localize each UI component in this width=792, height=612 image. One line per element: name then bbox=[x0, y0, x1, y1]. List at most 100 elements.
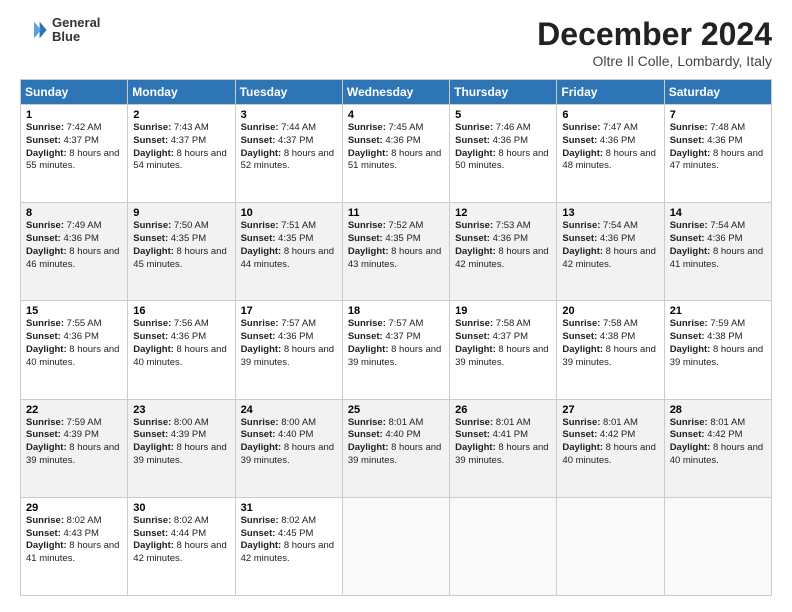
day-number: 15 bbox=[26, 305, 122, 317]
calendar-cell: 6Sunrise: 7:47 AMSunset: 4:36 PMDaylight… bbox=[557, 105, 664, 203]
day-info: Sunrise: 7:58 AMSunset: 4:37 PMDaylight:… bbox=[455, 318, 551, 369]
calendar-header: SundayMondayTuesdayWednesdayThursdayFrid… bbox=[21, 80, 772, 105]
day-info: Sunrise: 7:56 AMSunset: 4:36 PMDaylight:… bbox=[133, 318, 229, 369]
calendar-cell: 30Sunrise: 8:02 AMSunset: 4:44 PMDayligh… bbox=[128, 497, 235, 595]
day-number: 23 bbox=[133, 404, 229, 416]
calendar-cell: 22Sunrise: 7:59 AMSunset: 4:39 PMDayligh… bbox=[21, 399, 128, 497]
calendar-cell: 3Sunrise: 7:44 AMSunset: 4:37 PMDaylight… bbox=[235, 105, 342, 203]
day-info: Sunrise: 8:02 AMSunset: 4:43 PMDaylight:… bbox=[26, 515, 122, 566]
calendar-cell: 5Sunrise: 7:46 AMSunset: 4:36 PMDaylight… bbox=[450, 105, 557, 203]
calendar-cell: 9Sunrise: 7:50 AMSunset: 4:35 PMDaylight… bbox=[128, 203, 235, 301]
day-number: 4 bbox=[348, 109, 444, 121]
day-info: Sunrise: 7:58 AMSunset: 4:38 PMDaylight:… bbox=[562, 318, 658, 369]
day-info: Sunrise: 8:01 AMSunset: 4:42 PMDaylight:… bbox=[562, 417, 658, 468]
col-header-friday: Friday bbox=[557, 80, 664, 105]
day-number: 6 bbox=[562, 109, 658, 121]
day-info: Sunrise: 8:02 AMSunset: 4:45 PMDaylight:… bbox=[241, 515, 337, 566]
calendar-cell: 25Sunrise: 8:01 AMSunset: 4:40 PMDayligh… bbox=[342, 399, 449, 497]
calendar-cell: 17Sunrise: 7:57 AMSunset: 4:36 PMDayligh… bbox=[235, 301, 342, 399]
day-info: Sunrise: 7:54 AMSunset: 4:36 PMDaylight:… bbox=[670, 220, 766, 271]
day-number: 11 bbox=[348, 207, 444, 219]
calendar-cell: 20Sunrise: 7:58 AMSunset: 4:38 PMDayligh… bbox=[557, 301, 664, 399]
day-number: 25 bbox=[348, 404, 444, 416]
day-number: 21 bbox=[670, 305, 766, 317]
calendar-cell bbox=[557, 497, 664, 595]
day-info: Sunrise: 7:51 AMSunset: 4:35 PMDaylight:… bbox=[241, 220, 337, 271]
calendar-table: SundayMondayTuesdayWednesdayThursdayFrid… bbox=[20, 79, 772, 596]
day-number: 29 bbox=[26, 502, 122, 514]
week-row-5: 29Sunrise: 8:02 AMSunset: 4:43 PMDayligh… bbox=[21, 497, 772, 595]
logo-text: General Blue bbox=[52, 16, 100, 45]
col-header-thursday: Thursday bbox=[450, 80, 557, 105]
calendar-cell: 24Sunrise: 8:00 AMSunset: 4:40 PMDayligh… bbox=[235, 399, 342, 497]
calendar-cell: 15Sunrise: 7:55 AMSunset: 4:36 PMDayligh… bbox=[21, 301, 128, 399]
calendar-cell: 26Sunrise: 8:01 AMSunset: 4:41 PMDayligh… bbox=[450, 399, 557, 497]
day-info: Sunrise: 8:01 AMSunset: 4:42 PMDaylight:… bbox=[670, 417, 766, 468]
week-row-1: 1Sunrise: 7:42 AMSunset: 4:37 PMDaylight… bbox=[21, 105, 772, 203]
calendar-cell: 8Sunrise: 7:49 AMSunset: 4:36 PMDaylight… bbox=[21, 203, 128, 301]
day-info: Sunrise: 7:50 AMSunset: 4:35 PMDaylight:… bbox=[133, 220, 229, 271]
day-info: Sunrise: 7:55 AMSunset: 4:36 PMDaylight:… bbox=[26, 318, 122, 369]
day-number: 5 bbox=[455, 109, 551, 121]
calendar-cell: 10Sunrise: 7:51 AMSunset: 4:35 PMDayligh… bbox=[235, 203, 342, 301]
calendar-cell: 11Sunrise: 7:52 AMSunset: 4:35 PMDayligh… bbox=[342, 203, 449, 301]
calendar-cell: 4Sunrise: 7:45 AMSunset: 4:36 PMDaylight… bbox=[342, 105, 449, 203]
calendar-cell: 27Sunrise: 8:01 AMSunset: 4:42 PMDayligh… bbox=[557, 399, 664, 497]
col-header-tuesday: Tuesday bbox=[235, 80, 342, 105]
day-info: Sunrise: 7:43 AMSunset: 4:37 PMDaylight:… bbox=[133, 122, 229, 173]
day-info: Sunrise: 7:49 AMSunset: 4:36 PMDaylight:… bbox=[26, 220, 122, 271]
day-info: Sunrise: 8:02 AMSunset: 4:44 PMDaylight:… bbox=[133, 515, 229, 566]
calendar-cell: 12Sunrise: 7:53 AMSunset: 4:36 PMDayligh… bbox=[450, 203, 557, 301]
calendar-cell: 23Sunrise: 8:00 AMSunset: 4:39 PMDayligh… bbox=[128, 399, 235, 497]
day-number: 30 bbox=[133, 502, 229, 514]
week-row-3: 15Sunrise: 7:55 AMSunset: 4:36 PMDayligh… bbox=[21, 301, 772, 399]
header-row: SundayMondayTuesdayWednesdayThursdayFrid… bbox=[21, 80, 772, 105]
day-number: 27 bbox=[562, 404, 658, 416]
day-number: 17 bbox=[241, 305, 337, 317]
day-info: Sunrise: 7:52 AMSunset: 4:35 PMDaylight:… bbox=[348, 220, 444, 271]
col-header-saturday: Saturday bbox=[664, 80, 771, 105]
day-number: 28 bbox=[670, 404, 766, 416]
day-info: Sunrise: 8:00 AMSunset: 4:40 PMDaylight:… bbox=[241, 417, 337, 468]
day-info: Sunrise: 7:53 AMSunset: 4:36 PMDaylight:… bbox=[455, 220, 551, 271]
week-row-4: 22Sunrise: 7:59 AMSunset: 4:39 PMDayligh… bbox=[21, 399, 772, 497]
calendar-cell: 13Sunrise: 7:54 AMSunset: 4:36 PMDayligh… bbox=[557, 203, 664, 301]
col-header-wednesday: Wednesday bbox=[342, 80, 449, 105]
col-header-monday: Monday bbox=[128, 80, 235, 105]
day-number: 9 bbox=[133, 207, 229, 219]
day-info: Sunrise: 8:01 AMSunset: 4:41 PMDaylight:… bbox=[455, 417, 551, 468]
calendar-cell: 14Sunrise: 7:54 AMSunset: 4:36 PMDayligh… bbox=[664, 203, 771, 301]
day-number: 18 bbox=[348, 305, 444, 317]
calendar-cell: 28Sunrise: 8:01 AMSunset: 4:42 PMDayligh… bbox=[664, 399, 771, 497]
week-row-2: 8Sunrise: 7:49 AMSunset: 4:36 PMDaylight… bbox=[21, 203, 772, 301]
subtitle: Oltre Il Colle, Lombardy, Italy bbox=[537, 53, 772, 69]
day-number: 2 bbox=[133, 109, 229, 121]
day-number: 13 bbox=[562, 207, 658, 219]
main-title: December 2024 bbox=[537, 16, 772, 53]
page: General Blue December 2024 Oltre Il Coll… bbox=[0, 0, 792, 612]
calendar-cell bbox=[450, 497, 557, 595]
day-number: 8 bbox=[26, 207, 122, 219]
calendar-cell: 7Sunrise: 7:48 AMSunset: 4:36 PMDaylight… bbox=[664, 105, 771, 203]
calendar-cell: 1Sunrise: 7:42 AMSunset: 4:37 PMDaylight… bbox=[21, 105, 128, 203]
calendar-cell: 29Sunrise: 8:02 AMSunset: 4:43 PMDayligh… bbox=[21, 497, 128, 595]
day-number: 3 bbox=[241, 109, 337, 121]
day-number: 12 bbox=[455, 207, 551, 219]
calendar-body: 1Sunrise: 7:42 AMSunset: 4:37 PMDaylight… bbox=[21, 105, 772, 596]
day-number: 7 bbox=[670, 109, 766, 121]
day-number: 1 bbox=[26, 109, 122, 121]
day-number: 22 bbox=[26, 404, 122, 416]
day-number: 31 bbox=[241, 502, 337, 514]
col-header-sunday: Sunday bbox=[21, 80, 128, 105]
title-area: December 2024 Oltre Il Colle, Lombardy, … bbox=[537, 16, 772, 69]
day-info: Sunrise: 7:48 AMSunset: 4:36 PMDaylight:… bbox=[670, 122, 766, 173]
day-info: Sunrise: 7:46 AMSunset: 4:36 PMDaylight:… bbox=[455, 122, 551, 173]
day-info: Sunrise: 7:45 AMSunset: 4:36 PMDaylight:… bbox=[348, 122, 444, 173]
header: General Blue December 2024 Oltre Il Coll… bbox=[20, 16, 772, 69]
day-number: 24 bbox=[241, 404, 337, 416]
calendar-cell: 19Sunrise: 7:58 AMSunset: 4:37 PMDayligh… bbox=[450, 301, 557, 399]
day-info: Sunrise: 7:47 AMSunset: 4:36 PMDaylight:… bbox=[562, 122, 658, 173]
calendar-cell: 16Sunrise: 7:56 AMSunset: 4:36 PMDayligh… bbox=[128, 301, 235, 399]
calendar-cell: 2Sunrise: 7:43 AMSunset: 4:37 PMDaylight… bbox=[128, 105, 235, 203]
logo-line1: General bbox=[52, 16, 100, 30]
